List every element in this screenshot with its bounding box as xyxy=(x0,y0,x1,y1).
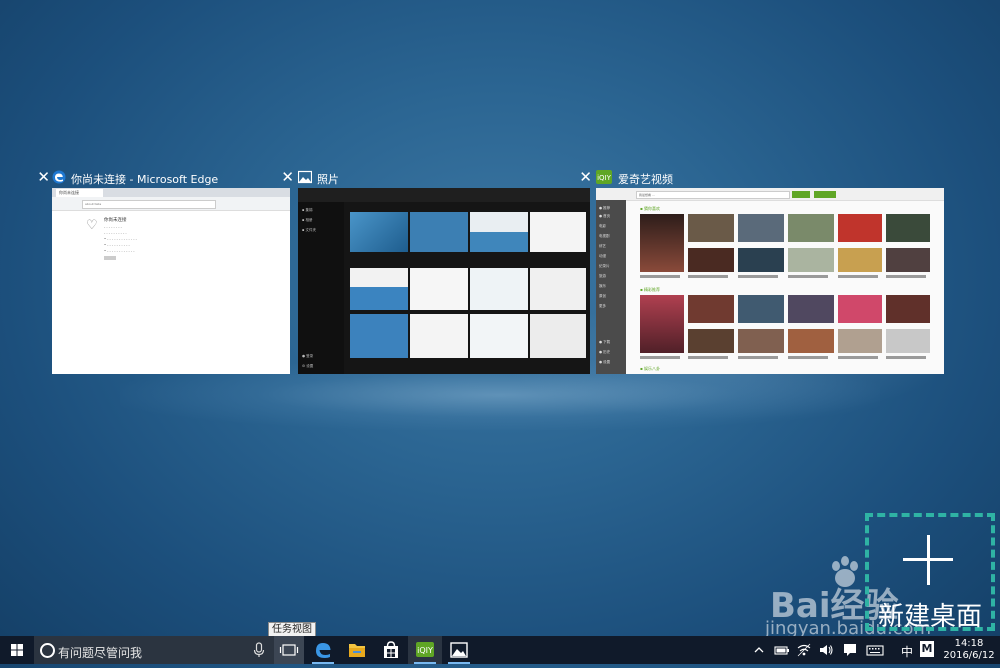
taskbar: 有问题尽管问我 iQIY 中 M 14:18 2016/6/12 xyxy=(0,636,1000,664)
photos-icon xyxy=(298,170,312,184)
close-button[interactable]: ✕ xyxy=(579,168,592,186)
photos-icon xyxy=(450,642,468,658)
window-thumbnail[interactable]: ▪ 集锦 ▪ 相册 ▪ 文件夹 ● 登录 ⚙ 设置 xyxy=(298,188,590,374)
plus-icon-vertical xyxy=(927,535,930,585)
clock-date: 2016/6/12 xyxy=(943,650,995,661)
iqiyi-icon: iQIY xyxy=(596,170,612,184)
windows-logo-icon xyxy=(11,644,23,656)
new-desktop-label: 新建桌面 xyxy=(878,602,983,632)
chevron-up-icon[interactable] xyxy=(752,642,766,658)
task-view-icon xyxy=(279,644,299,656)
volume-icon[interactable] xyxy=(818,642,834,658)
window-thumbnail[interactable]: 我最想看 ... ● 推荐 ● 首页 电影 电视剧 综艺 动漫 纪录片 旅游 娱… xyxy=(596,188,944,374)
window-thumbnail[interactable]: 你尚未连接 about:tabs ♡ 你尚未连接 - - - - - - - -… xyxy=(52,188,290,374)
edge-icon xyxy=(52,170,66,184)
search-placeholder: 有问题尽管问我 xyxy=(58,646,143,660)
cortana-icon xyxy=(40,643,55,658)
close-button[interactable]: ✕ xyxy=(281,168,294,186)
cortana-search-box[interactable]: 有问题尽管问我 xyxy=(34,636,274,664)
window-title: 爱奇艺视频 xyxy=(618,173,673,186)
folder-icon xyxy=(349,644,365,657)
iqiyi-icon: iQIY xyxy=(416,642,434,657)
clock-time: 14:18 xyxy=(954,638,984,649)
svg-text:iQIY: iQIY xyxy=(597,174,612,182)
window-title: 你尚未连接 - Microsoft Edge xyxy=(71,173,219,186)
clock[interactable]: 14:18 2016/6/12 xyxy=(940,638,998,662)
store-icon xyxy=(384,641,398,658)
ime-mode-indicator[interactable]: M xyxy=(920,641,934,657)
start-button[interactable] xyxy=(0,636,34,664)
taskbar-app-store[interactable] xyxy=(374,636,408,664)
network-icon[interactable] xyxy=(796,642,812,658)
taskbar-app-edge[interactable] xyxy=(306,636,340,664)
ime-language-indicator[interactable]: 中 xyxy=(901,643,913,660)
svg-text:iQIY: iQIY xyxy=(417,646,433,655)
action-center-icon[interactable] xyxy=(842,642,858,658)
battery-icon[interactable] xyxy=(774,642,790,658)
edge-icon xyxy=(316,643,331,658)
taskbar-app-iqiyi[interactable]: iQIY xyxy=(408,636,442,664)
task-view-button[interactable] xyxy=(274,636,304,664)
taskbar-app-photos[interactable] xyxy=(442,636,476,664)
taskbar-app-file-explorer[interactable] xyxy=(340,636,374,664)
window-title: 照片 xyxy=(317,173,339,186)
microphone-icon[interactable] xyxy=(252,642,266,658)
close-button[interactable]: ✕ xyxy=(37,168,50,186)
keyboard-icon[interactable] xyxy=(866,642,884,658)
